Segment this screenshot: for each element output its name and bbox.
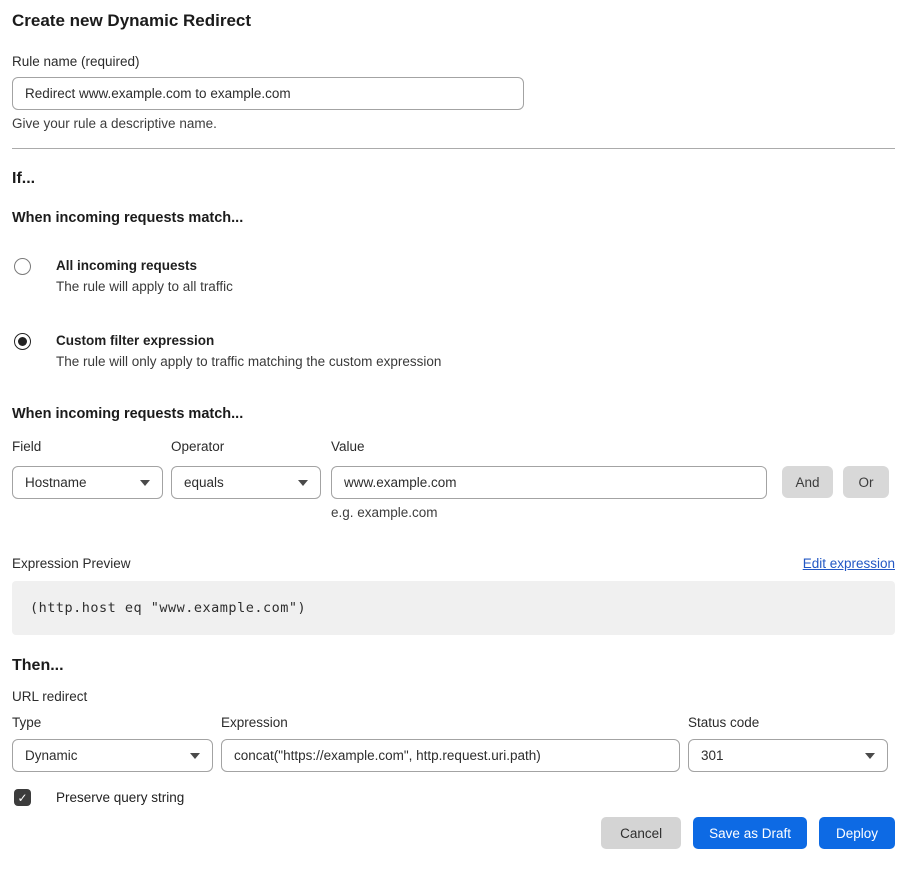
field-select[interactable]: Hostname — [12, 466, 163, 499]
rule-name-help: Give your rule a descriptive name. — [12, 116, 895, 132]
check-icon: ✓ — [17, 792, 27, 804]
cancel-button[interactable]: Cancel — [601, 817, 681, 849]
edit-expression-link[interactable]: Edit expression — [803, 555, 895, 572]
preserve-query-string-label: Preserve query string — [56, 790, 184, 805]
operator-select-value: equals — [184, 475, 224, 490]
deploy-button[interactable]: Deploy — [819, 817, 895, 849]
status-code-select[interactable]: 301 — [688, 739, 888, 772]
filter-heading: When incoming requests match... — [12, 406, 895, 423]
radio-dot-icon — [18, 337, 27, 346]
expression-preview-header: Expression Preview Edit expression — [12, 555, 895, 572]
operator-label: Operator — [171, 438, 321, 455]
form-actions: Cancel Save as Draft Deploy — [12, 817, 895, 849]
value-input[interactable] — [331, 466, 767, 499]
match-subheading: When incoming requests match... — [12, 210, 895, 227]
filter-builder-row: Field Hostname Operator equals Value e.g… — [12, 438, 895, 521]
chevron-down-icon — [140, 480, 150, 486]
expression-label: Expression — [221, 714, 680, 731]
chevron-down-icon — [865, 753, 875, 759]
section-divider — [12, 148, 895, 149]
expression-preview-label: Expression Preview — [12, 555, 131, 572]
save-as-draft-button[interactable]: Save as Draft — [693, 817, 807, 849]
or-button[interactable]: Or — [843, 466, 889, 498]
radio-unchecked-icon[interactable] — [14, 258, 31, 275]
type-select[interactable]: Dynamic — [12, 739, 213, 772]
radio-option-all-incoming-requests[interactable]: All incoming requests The rule will appl… — [12, 258, 895, 295]
rule-name-label: Rule name (required) — [12, 53, 895, 70]
radio-option-label: Custom filter expression — [56, 333, 441, 349]
operator-select[interactable]: equals — [171, 466, 321, 499]
url-redirect-label: URL redirect — [12, 689, 895, 705]
radio-option-description: The rule will only apply to traffic matc… — [56, 354, 441, 370]
status-code-value: 301 — [701, 748, 724, 763]
radio-checked-icon[interactable] — [14, 333, 31, 350]
expression-preview-box: (http.host eq "www.example.com") — [12, 581, 895, 635]
preserve-query-string-option[interactable]: ✓ Preserve query string — [12, 789, 895, 806]
expression-code: (http.host eq "www.example.com") — [30, 600, 306, 616]
value-label: Value — [331, 438, 767, 455]
field-select-value: Hostname — [25, 475, 87, 490]
chevron-down-icon — [190, 753, 200, 759]
value-help: e.g. example.com — [331, 505, 767, 521]
radio-option-custom-filter-expression[interactable]: Custom filter expression The rule will o… — [12, 333, 895, 370]
redirect-config-row: Type Dynamic Expression Status code 301 — [12, 714, 895, 772]
field-label: Field — [12, 438, 163, 455]
type-label: Type — [12, 714, 213, 731]
radio-option-description: The rule will apply to all traffic — [56, 279, 233, 295]
if-heading: If... — [12, 169, 895, 189]
page-title: Create new Dynamic Redirect — [12, 10, 895, 32]
rule-name-input[interactable] — [12, 77, 524, 110]
redirect-expression-input[interactable] — [221, 739, 680, 772]
then-heading: Then... — [12, 656, 895, 676]
status-code-label: Status code — [688, 714, 888, 731]
type-select-value: Dynamic — [25, 748, 78, 763]
radio-option-label: All incoming requests — [56, 258, 233, 274]
chevron-down-icon — [298, 480, 308, 486]
create-dynamic-redirect-form: Create new Dynamic Redirect Rule name (r… — [0, 10, 907, 849]
and-button[interactable]: And — [782, 466, 833, 498]
checkbox-checked-icon[interactable]: ✓ — [14, 789, 31, 806]
